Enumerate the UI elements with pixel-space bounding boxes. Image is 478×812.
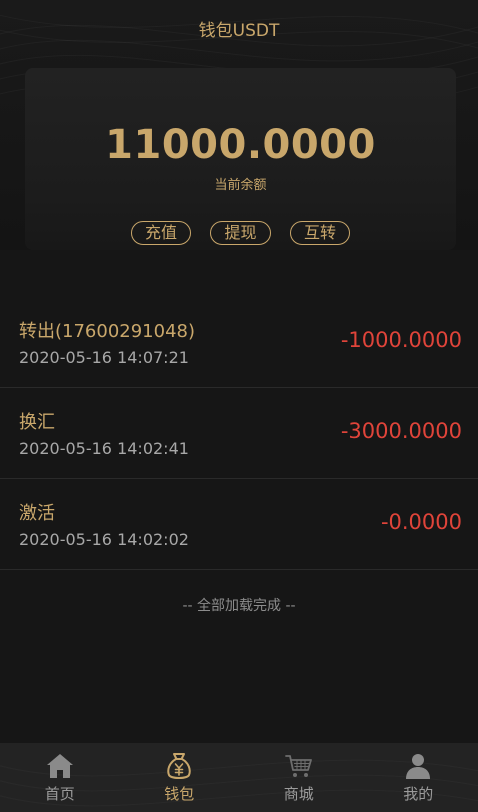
transaction-title: 激活: [19, 503, 55, 524]
transaction-row[interactable]: 转出(17600291048) 2020-05-16 14:07:21 -100…: [0, 297, 478, 388]
money-bag-icon: [167, 753, 191, 779]
transaction-amount: -3000.0000: [340, 419, 462, 443]
tab-profile[interactable]: 我的: [359, 743, 478, 812]
transaction-amount: -1000.0000: [340, 328, 462, 352]
transaction-time: 2020-05-16 14:02:41: [19, 439, 189, 458]
user-icon: [406, 754, 431, 779]
transaction-title: 转出(17600291048): [19, 321, 196, 342]
header-section: 钱包USDT 11000.0000 当前余额 充值 提现 互转: [0, 0, 478, 250]
transaction-row[interactable]: 换汇 2020-05-16 14:02:41 -3000.0000: [0, 388, 478, 479]
list-end-indicator: -- 全部加载完成 --: [182, 598, 296, 614]
transaction-list: 转出(17600291048) 2020-05-16 14:07:21 -100…: [0, 297, 478, 570]
balance-label: 当前余额: [214, 178, 267, 193]
transaction-time: 2020-05-16 14:07:21: [19, 348, 189, 367]
balance-amount: 11000.0000: [105, 122, 376, 168]
cart-icon: [284, 755, 312, 777]
tab-wallet[interactable]: 钱包: [120, 743, 240, 812]
home-icon: [46, 754, 73, 778]
tab-wallet-label: 钱包: [164, 785, 195, 803]
page-title: 钱包USDT: [198, 21, 280, 41]
tab-mall-label: 商城: [283, 785, 314, 803]
tab-home-label: 首页: [44, 785, 75, 803]
wallet-page: 钱包USDT 11000.0000 当前余额 充值 提现 互转 转出(17600…: [0, 0, 478, 812]
transaction-title: 换汇: [19, 412, 55, 433]
recharge-button[interactable]: 充值: [131, 221, 191, 245]
transfer-button[interactable]: 互转: [290, 221, 350, 245]
transaction-time: 2020-05-16 14:02:02: [19, 530, 189, 549]
tab-home[interactable]: 首页: [0, 743, 120, 812]
tab-mall[interactable]: 商城: [239, 743, 359, 812]
tab-profile-label: 我的: [403, 785, 434, 803]
transaction-row[interactable]: 激活 2020-05-16 14:02:02 -0.0000: [0, 479, 478, 570]
transaction-amount: -0.0000: [380, 510, 462, 534]
withdraw-button[interactable]: 提现: [210, 221, 271, 245]
bottom-tab-bar: 首页 钱包 商城 我的: [0, 743, 478, 812]
balance-card: 11000.0000 当前余额 充值 提现 互转: [25, 68, 456, 250]
